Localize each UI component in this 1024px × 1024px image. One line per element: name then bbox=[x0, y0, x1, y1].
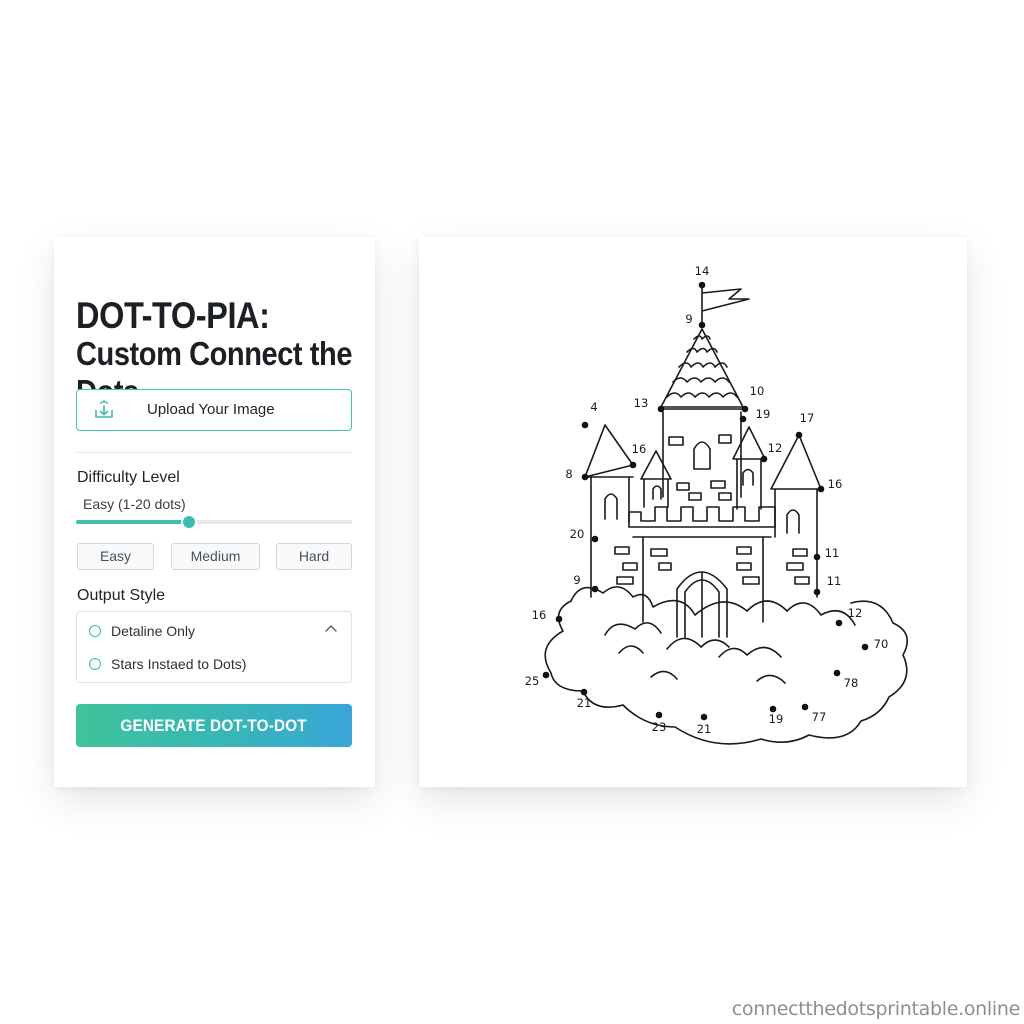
connect-dot bbox=[581, 473, 589, 481]
connect-dot bbox=[760, 455, 768, 463]
control-panel: DOT-TO-PIA: Custom Connect the Dots Uplo… bbox=[54, 237, 375, 787]
connect-dot bbox=[861, 643, 869, 651]
difficulty-value: Easy (1-20 dots) bbox=[83, 496, 186, 512]
dot-number-label: 13 bbox=[634, 396, 649, 410]
dot-number-label: 17 bbox=[800, 411, 815, 425]
difficulty-slider[interactable] bbox=[76, 516, 352, 528]
dot-number-label: 78 bbox=[844, 676, 859, 690]
difficulty-slider-thumb[interactable] bbox=[183, 516, 196, 528]
dot-number-label: 12 bbox=[848, 606, 863, 620]
divider bbox=[76, 452, 352, 453]
dot-number-label: 70 bbox=[874, 637, 889, 651]
connect-dot bbox=[591, 535, 599, 543]
connect-dot bbox=[700, 713, 708, 721]
connect-numbers-layer: 14 9 10 19 13 4 17 16 12 8 16 20 11 9 11 16 12 70 25 78 21 19… bbox=[525, 264, 889, 736]
difficulty-easy-button[interactable]: Easy bbox=[77, 543, 154, 570]
connect-dot bbox=[813, 588, 821, 596]
dot-number-label: 10 bbox=[750, 384, 765, 398]
dot-number-label: 14 bbox=[695, 264, 710, 278]
difficulty-slider-fill bbox=[76, 520, 190, 524]
connect-dot bbox=[833, 669, 841, 677]
dot-number-label: 16 bbox=[532, 608, 547, 622]
connect-dot bbox=[813, 553, 821, 561]
dot-number-label: 77 bbox=[812, 710, 827, 724]
dot-number-label: 21 bbox=[697, 722, 712, 736]
connect-dot bbox=[591, 585, 599, 593]
radio-icon bbox=[89, 658, 101, 670]
dot-number-label: 11 bbox=[825, 546, 840, 560]
dot-number-label: 9 bbox=[685, 312, 692, 326]
watermark: connectthedotsprintable.online bbox=[731, 998, 1021, 1020]
connect-dot bbox=[580, 688, 588, 696]
connect-dot bbox=[795, 431, 803, 439]
difficulty-medium-button[interactable]: Medium bbox=[171, 543, 260, 570]
connect-dot bbox=[817, 485, 825, 493]
connect-dot bbox=[741, 405, 749, 413]
output-style-option-stars[interactable]: Stars Instaed to Dots) bbox=[89, 656, 246, 672]
generate-button[interactable]: GENERATE DOT-TO-DOT bbox=[76, 704, 352, 747]
upload-icon bbox=[95, 400, 113, 418]
difficulty-label: Difficulty Level bbox=[77, 469, 180, 486]
dot-number-label: 4 bbox=[590, 400, 597, 414]
upload-image-button[interactable]: Upload Your Image bbox=[76, 389, 352, 431]
dot-number-label: 16 bbox=[828, 477, 843, 491]
castle-dot-to-dot-preview: 14 9 10 19 13 4 17 16 12 8 16 20 11 9 11 16 12 70 25 78 21 19… bbox=[525, 264, 909, 745]
dot-number-label: 9 bbox=[573, 573, 580, 587]
connect-dot bbox=[629, 461, 637, 469]
connect-dot bbox=[698, 281, 706, 289]
output-style-option-outline[interactable]: Detaline Only bbox=[89, 623, 195, 639]
dot-number-label: 8 bbox=[565, 467, 572, 481]
radio-icon bbox=[89, 625, 101, 637]
dot-number-label: 20 bbox=[570, 527, 585, 541]
output-style-option-label: Stars Instaed to Dots) bbox=[111, 656, 247, 672]
dot-number-label: 21 bbox=[577, 696, 592, 710]
connect-dot bbox=[835, 619, 843, 627]
generate-button-label: GENERATE DOT-TO-DOT bbox=[120, 716, 308, 735]
connect-dot bbox=[801, 703, 809, 711]
connect-dot bbox=[581, 421, 589, 429]
difficulty-hard-button[interactable]: Hard bbox=[276, 543, 352, 570]
output-style-dropdown: Detaline Only Stars Instaed to Dots) bbox=[76, 611, 352, 683]
dot-number-label: 11 bbox=[827, 574, 842, 588]
connect-dot bbox=[739, 415, 747, 423]
dot-number-label: 23 bbox=[652, 720, 667, 734]
dot-number-label: 12 bbox=[768, 441, 783, 455]
connect-dot bbox=[542, 671, 550, 679]
output-style-label: Output Style bbox=[77, 587, 166, 604]
connect-dot bbox=[698, 321, 706, 329]
connect-dot bbox=[555, 615, 563, 623]
dot-number-label: 25 bbox=[525, 674, 540, 688]
dot-number-label: 19 bbox=[756, 407, 771, 421]
chevron-up-icon[interactable] bbox=[325, 624, 337, 634]
dot-number-label: 16 bbox=[632, 442, 647, 456]
output-style-option-label: Detaline Only bbox=[111, 623, 196, 639]
dot-number-label: 19 bbox=[769, 712, 784, 726]
upload-image-label: Upload Your Image bbox=[147, 401, 275, 418]
preview-panel: 14 9 10 19 13 4 17 16 12 8 16 20 11 9 11 16 12 70 25 78 21 19… bbox=[419, 237, 967, 787]
app-title-line1: DOT-TO-PIA: bbox=[76, 295, 270, 336]
connect-dot bbox=[655, 711, 663, 719]
connect-dot bbox=[657, 405, 665, 413]
